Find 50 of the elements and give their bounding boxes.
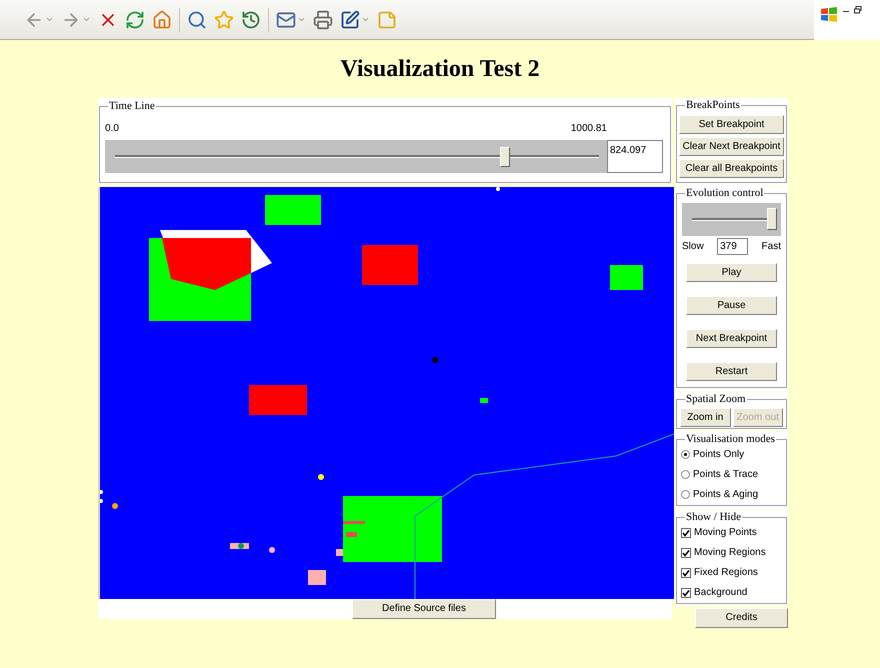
mail-icon[interactable] bbox=[276, 10, 296, 30]
radio-label[interactable]: Points Only bbox=[693, 447, 744, 462]
button[interactable]: Credits bbox=[695, 608, 788, 628]
slider-thumb[interactable] bbox=[500, 147, 510, 167]
radio-label[interactable]: Points & Trace bbox=[693, 467, 758, 482]
radio-button[interactable] bbox=[681, 470, 690, 479]
checkbox-label[interactable]: Fixed Regions bbox=[694, 565, 758, 580]
caret-icon[interactable] bbox=[361, 15, 370, 24]
checkbox[interactable] bbox=[681, 588, 691, 598]
button[interactable]: Play bbox=[686, 263, 777, 282]
button[interactable]: Set Breakpoint bbox=[679, 115, 784, 134]
radio-label[interactable]: Points & Aging bbox=[693, 487, 758, 502]
scale-label: 0.0 bbox=[105, 122, 119, 136]
button[interactable]: Clear Next Breakpoint bbox=[679, 137, 784, 156]
button[interactable]: Pause bbox=[686, 296, 777, 315]
checkbox[interactable] bbox=[681, 568, 691, 578]
radio-button[interactable] bbox=[681, 490, 690, 499]
button[interactable]: Restart bbox=[686, 362, 777, 381]
time-value-field[interactable]: 824.097 bbox=[607, 140, 663, 173]
button[interactable]: Next Breakpoint bbox=[686, 329, 777, 348]
button[interactable]: Zoom in bbox=[680, 408, 730, 427]
checkbox[interactable] bbox=[681, 528, 691, 538]
button[interactable]: Clear all Breakpoints bbox=[679, 159, 784, 178]
history-icon[interactable] bbox=[241, 10, 261, 30]
checkbox-label[interactable]: Background bbox=[694, 585, 748, 600]
slider-thumb[interactable] bbox=[767, 208, 778, 230]
button[interactable]: Define Source files bbox=[352, 599, 496, 619]
caret-icon[interactable] bbox=[45, 15, 54, 24]
caret-icon[interactable] bbox=[297, 15, 306, 24]
speed-field[interactable]: 379 bbox=[717, 238, 748, 255]
printer-icon[interactable] bbox=[313, 10, 333, 30]
time-slider[interactable] bbox=[105, 140, 607, 173]
windows-logo-icon bbox=[820, 6, 838, 24]
star-icon[interactable] bbox=[214, 10, 234, 30]
checkbox-label[interactable]: Moving Regions bbox=[694, 545, 766, 560]
speed-slider[interactable] bbox=[682, 203, 781, 236]
home-icon[interactable] bbox=[152, 10, 172, 30]
edit-icon[interactable] bbox=[340, 10, 360, 30]
fast-label: Fast bbox=[762, 240, 781, 254]
restore-icon[interactable] bbox=[854, 6, 862, 14]
refresh-icon[interactable] bbox=[125, 10, 145, 30]
caret-icon[interactable] bbox=[82, 15, 91, 24]
search-icon[interactable] bbox=[187, 10, 207, 30]
radio-button[interactable] bbox=[681, 450, 690, 459]
scale-label: 1000.81 bbox=[570, 122, 607, 136]
slow-label: Slow bbox=[682, 240, 704, 254]
checkbox[interactable] bbox=[681, 548, 691, 558]
checkbox-label[interactable]: Moving Points bbox=[694, 525, 757, 540]
page-title: Visualization Test 2 bbox=[340, 55, 540, 84]
group-label: Spatial Zoom bbox=[685, 392, 747, 406]
